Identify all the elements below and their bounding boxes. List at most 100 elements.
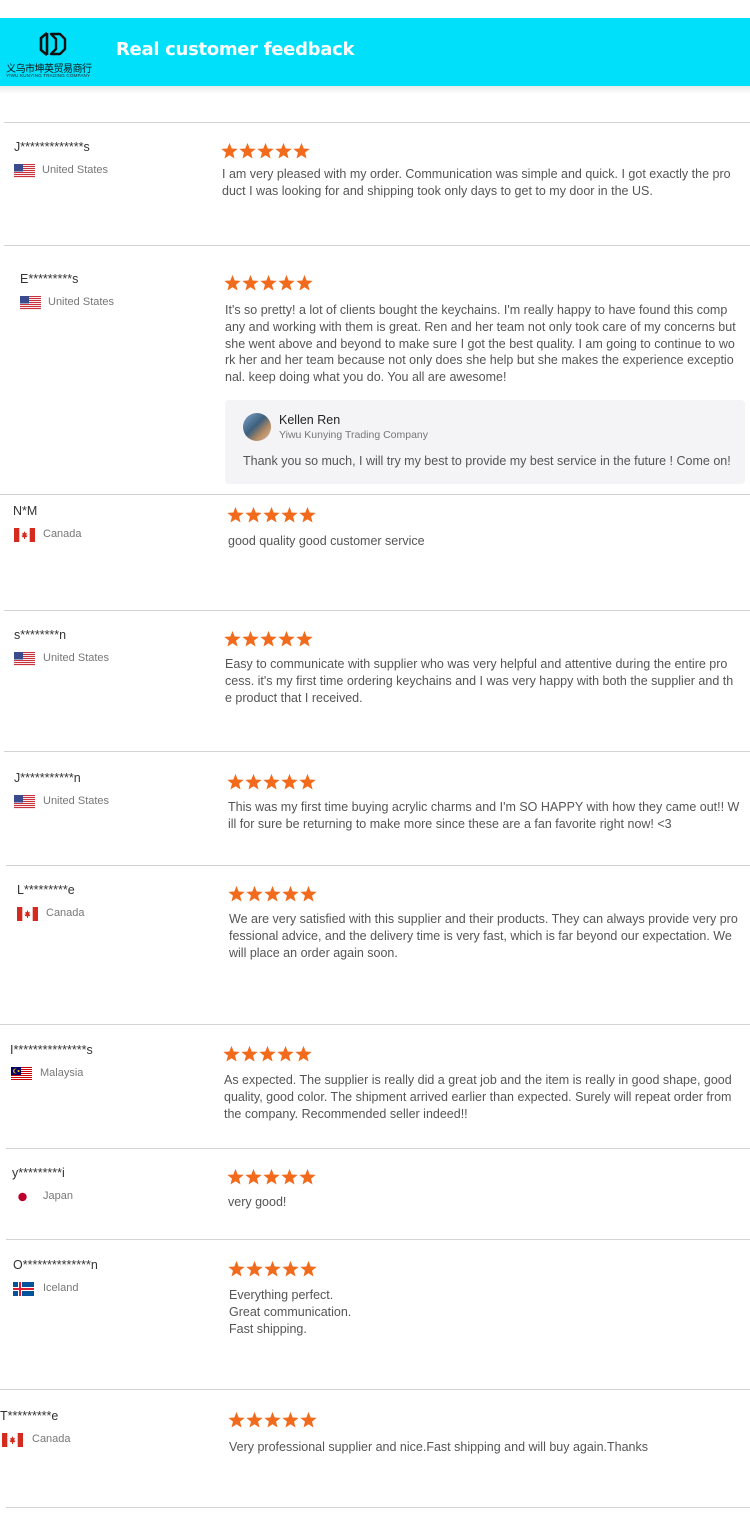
iceland-flag-icon: [13, 1282, 34, 1296]
star-icon: [264, 1260, 281, 1277]
star-icon: [263, 506, 280, 523]
star-rating: [228, 885, 318, 903]
star-icon: [260, 630, 277, 647]
divider: [6, 1148, 750, 1149]
divider: [0, 494, 750, 495]
star-rating: [224, 274, 314, 292]
divider: [4, 610, 750, 611]
star-rating: [227, 1168, 317, 1186]
reviewer-country: Canada: [43, 528, 82, 540]
star-icon: [275, 142, 292, 159]
star-rating: [227, 506, 317, 524]
review-text: I am very pleased with my order. Communi…: [222, 167, 731, 198]
star-icon: [299, 1168, 316, 1185]
reviewer-name: O**************n: [13, 1258, 98, 1272]
reviewer-name: L*********e: [17, 883, 75, 897]
reviewer-name: y*********i: [12, 1166, 65, 1180]
header-shadow: [0, 86, 750, 94]
star-icon: [242, 274, 259, 291]
star-icon: [300, 885, 317, 902]
star-icon: [245, 506, 262, 523]
divider: [4, 122, 750, 123]
review-text: very good!: [228, 1195, 287, 1209]
star-rating: [224, 630, 314, 648]
star-icon: [228, 1260, 245, 1277]
star-icon: [221, 142, 238, 159]
reviewer-name: N*M: [13, 504, 38, 518]
review-text: As expected. The supplier is really did …: [224, 1073, 732, 1121]
star-icon: [228, 885, 245, 902]
star-icon: [300, 1260, 317, 1277]
seller-name: Kellen Ren: [279, 413, 341, 427]
star-icon: [300, 1411, 317, 1428]
star-rating: [228, 1411, 318, 1429]
review-text: Everything perfect. Great communication.…: [229, 1288, 352, 1336]
star-icon: [296, 274, 313, 291]
canada-flag-icon: [17, 907, 38, 921]
star-rating: [221, 142, 311, 160]
star-icon: [227, 1168, 244, 1185]
star-icon: [281, 1168, 298, 1185]
star-icon: [278, 274, 295, 291]
divider: [6, 1507, 750, 1508]
star-icon: [242, 630, 259, 647]
star-icon: [227, 506, 244, 523]
page-title: Real customer feedback: [116, 39, 355, 60]
divider: [0, 1024, 750, 1025]
star-icon: [281, 773, 298, 790]
star-icon: [277, 1045, 294, 1062]
review-text: Very professional supplier and nice.Fast…: [229, 1440, 648, 1454]
reviewer-name: I***************s: [10, 1043, 93, 1057]
reviewer-name: T*********e: [0, 1409, 59, 1423]
star-icon: [263, 773, 280, 790]
star-icon: [263, 1168, 280, 1185]
reviewer-country: Japan: [43, 1190, 73, 1202]
review-text: This was my first time buying acrylic ch…: [228, 800, 740, 831]
star-icon: [281, 506, 298, 523]
reviewer-country: Malaysia: [40, 1067, 84, 1079]
star-icon: [245, 773, 262, 790]
star-icon: [246, 885, 263, 902]
star-rating: [227, 773, 317, 791]
star-icon: [296, 630, 313, 647]
reviewer-name: J*************s: [14, 140, 90, 154]
star-icon: [264, 1411, 281, 1428]
japan-flag-icon: [12, 1190, 33, 1204]
star-icon: [239, 142, 256, 159]
reviewer-country: United States: [43, 795, 110, 807]
reviewer-country: United States: [48, 296, 115, 308]
star-rating: [228, 1260, 318, 1278]
reviewer-name: E*********s: [20, 272, 79, 286]
star-rating: [223, 1045, 313, 1063]
star-icon: [282, 885, 299, 902]
us-flag-icon: [14, 164, 35, 178]
star-icon: [299, 506, 316, 523]
star-icon: [228, 1411, 245, 1428]
star-icon: [282, 1411, 299, 1428]
seller-company: Yiwu Kunying Trading Company: [279, 429, 429, 441]
logo-english-name: YIWU KUNYING TRADING COMPANY: [6, 73, 91, 78]
divider: [4, 751, 750, 752]
reviewer-country: United States: [43, 652, 110, 664]
reviewer-name: J***********n: [14, 771, 81, 785]
star-icon: [259, 1045, 276, 1062]
review-text: Easy to communicate with supplier who wa…: [225, 657, 734, 705]
logo-mark-icon: [39, 32, 67, 56]
reviewer-country: Canada: [46, 907, 85, 919]
malaysia-flag-icon: [11, 1067, 32, 1081]
seller-reply-text: Thank you so much, I will try my best to…: [243, 454, 731, 468]
star-icon: [246, 1260, 263, 1277]
star-icon: [293, 142, 310, 159]
reviewer-country: Canada: [32, 1433, 71, 1445]
star-icon: [241, 1045, 258, 1062]
star-icon: [227, 773, 244, 790]
reviewer-country: United States: [42, 164, 109, 176]
us-flag-icon: [14, 795, 35, 809]
star-icon: [245, 1168, 262, 1185]
star-icon: [260, 274, 277, 291]
star-icon: [223, 1045, 240, 1062]
star-icon: [224, 274, 241, 291]
seller-reply: Kellen Ren Yiwu Kunying Trading Company Th…: [225, 400, 745, 484]
star-icon: [278, 630, 295, 647]
divider: [0, 1389, 750, 1390]
